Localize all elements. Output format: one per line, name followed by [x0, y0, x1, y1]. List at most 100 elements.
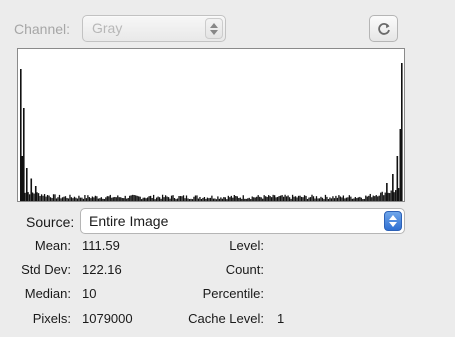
histogram-bar	[205, 198, 207, 201]
stat-key: Count:	[225, 262, 264, 277]
chevron-up-icon	[389, 215, 397, 220]
histogram-spike	[20, 69, 22, 201]
histogram-bar	[78, 195, 80, 201]
histogram-bar	[300, 196, 303, 201]
histogram-bar	[393, 192, 395, 201]
histogram-bar	[138, 196, 140, 201]
channel-stepper[interactable]	[205, 18, 223, 39]
histogram-spike	[21, 156, 24, 201]
histogram-bar	[279, 195, 282, 201]
histogram-bar	[377, 196, 379, 201]
source-select[interactable]: Entire Image	[80, 208, 405, 234]
histogram-bar	[242, 195, 244, 201]
histogram-bar	[193, 196, 195, 201]
histogram-bar	[129, 195, 131, 201]
histogram-bar	[360, 197, 362, 201]
histogram-bar	[338, 195, 340, 201]
histogram-bar	[54, 194, 56, 201]
histogram-bar	[266, 196, 268, 201]
histogram-bar	[271, 197, 273, 201]
histogram-bar	[239, 197, 241, 201]
histogram-bar	[224, 197, 226, 201]
histogram-bar	[87, 195, 89, 201]
histogram-bar	[315, 196, 318, 201]
histogram-bar	[288, 197, 291, 201]
histogram-chart	[17, 48, 405, 202]
histogram-bar	[90, 198, 92, 201]
histogram-bar	[52, 194, 55, 201]
source-stepper[interactable]	[384, 211, 402, 231]
histogram-bar	[181, 196, 183, 201]
histogram-bar	[269, 196, 271, 201]
histogram-bar	[169, 198, 171, 201]
histogram-bar	[285, 196, 288, 201]
histogram-bar	[72, 198, 74, 201]
histogram-bar	[312, 196, 315, 201]
histogram-bar	[157, 196, 159, 201]
refresh-button[interactable]	[369, 15, 398, 42]
histogram-bar	[238, 197, 240, 201]
histogram-bar	[45, 196, 47, 201]
histogram-bar	[262, 198, 264, 201]
histogram-bar	[112, 197, 114, 201]
histogram-bar	[197, 198, 200, 201]
histogram-bar	[141, 199, 143, 201]
histogram-bar	[369, 193, 371, 201]
stat-value: 111.59	[82, 238, 120, 253]
histogram-bar	[259, 196, 261, 201]
histogram-bar	[223, 197, 225, 201]
histogram-bar	[323, 199, 325, 201]
histogram-bar	[257, 195, 259, 201]
histogram-bar	[144, 197, 146, 201]
histogram-bar	[82, 198, 85, 201]
histogram-bar	[73, 196, 76, 201]
histogram-bar	[390, 190, 392, 201]
histogram-bar	[353, 198, 355, 201]
histogram-bar	[244, 198, 246, 201]
histogram-bar	[356, 198, 358, 201]
histogram-bar	[274, 195, 276, 201]
histogram-bar	[248, 197, 250, 201]
histogram-spike	[401, 63, 403, 201]
histogram-bar	[374, 196, 376, 201]
histogram-bar	[326, 196, 328, 201]
histogram-bar	[179, 196, 182, 201]
histogram-bar	[206, 197, 209, 201]
histogram-spike	[22, 108, 25, 201]
histogram-bar	[120, 197, 122, 201]
histogram-bar	[163, 197, 165, 201]
histogram-bar	[161, 194, 164, 201]
histogram-bar	[96, 196, 98, 201]
histogram-bar	[350, 196, 352, 201]
histogram-bar	[383, 195, 385, 201]
histogram-bar	[245, 198, 247, 201]
stat-key: Std Dev:	[21, 262, 71, 277]
histogram-bar	[99, 198, 101, 201]
histogram-bar	[265, 196, 267, 201]
histogram-bar	[327, 199, 330, 201]
histogram-bar	[176, 198, 179, 201]
histogram-bar	[372, 195, 374, 201]
histogram-bar	[187, 198, 189, 201]
histogram-bar	[202, 197, 204, 201]
histogram-bar	[85, 198, 88, 201]
refresh-icon	[377, 22, 390, 35]
histogram-bar	[217, 196, 219, 201]
channel-label: Channel:	[14, 21, 71, 37]
histogram-spike	[25, 168, 28, 201]
histogram-bar	[297, 195, 300, 201]
stat-key: Cache Level:	[188, 311, 264, 326]
histogram-bar	[88, 197, 91, 201]
histogram-bar	[321, 197, 324, 201]
histogram-bar	[58, 194, 61, 201]
histogram-bar	[351, 198, 353, 201]
histogram-bar	[317, 198, 319, 201]
histogram-bar	[172, 195, 174, 201]
histogram-bar	[368, 195, 370, 201]
histogram-bar	[345, 197, 348, 201]
histogram-bar	[299, 195, 301, 201]
channel-select[interactable]: Gray	[82, 15, 226, 42]
histogram-bar	[185, 195, 188, 201]
stat-key: Percentile:	[202, 286, 264, 301]
histogram-bar	[28, 194, 31, 201]
